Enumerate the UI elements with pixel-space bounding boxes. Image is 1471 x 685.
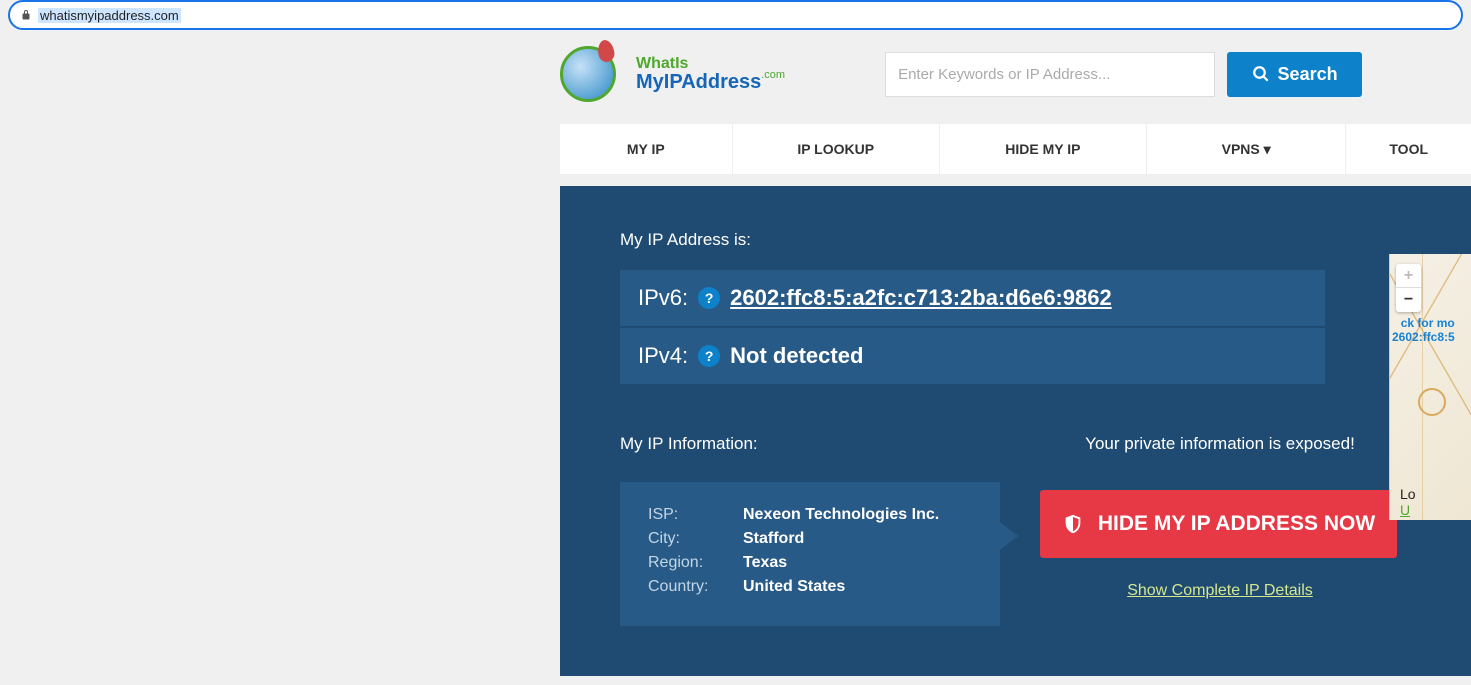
logo-globe-icon: [560, 42, 624, 106]
shield-icon: [1062, 513, 1084, 535]
url-text[interactable]: whatismyipaddress.com: [38, 8, 181, 23]
nav-vpns[interactable]: VPNS ▾: [1147, 124, 1346, 174]
city-label: City:: [648, 530, 743, 548]
city-value: Stafford: [743, 530, 804, 548]
isp-value: Nexeon Technologies Inc.: [743, 506, 939, 524]
ipv6-row: IPv6: ? 2602:ffc8:5:a2fc:c713:2ba:d6e6:9…: [620, 270, 1325, 326]
help-icon[interactable]: ?: [698, 345, 720, 367]
search-input[interactable]: [885, 52, 1215, 97]
logo-line2: MyIPAddress: [636, 71, 761, 93]
arrow-down-icon: [1115, 355, 1151, 375]
region-label: Region:: [648, 554, 743, 572]
country-value: United States: [743, 578, 845, 596]
page-content: WhatIs MyIPAddress .com Search MY IP IP …: [560, 42, 1471, 676]
exposed-text: Your private information is exposed!: [1040, 434, 1400, 454]
ipv4-label: IPv4:: [638, 343, 688, 369]
region-value: Texas: [743, 554, 787, 572]
ip-information: My IP Information: ISP:Nexeon Technologi…: [620, 434, 1000, 626]
ip-title: My IP Address is:: [620, 230, 1411, 250]
map-location-info: Lo U: [1400, 486, 1416, 518]
logo-text: WhatIs MyIPAddress .com: [636, 56, 785, 92]
ip-panel: My IP Address is: IPv6: ? 2602:ffc8:5:a2…: [560, 186, 1471, 676]
ipv4-row: IPv4: ? Not detected: [620, 328, 1325, 384]
hide-ip-button-label: HIDE MY IP ADDRESS NOW: [1098, 512, 1375, 536]
map-ip-overlay[interactable]: ck for mo 2602:ffc8:5: [1392, 316, 1455, 344]
logo[interactable]: WhatIs MyIPAddress .com: [560, 42, 785, 106]
nav-hidemyip[interactable]: HIDE MY IP: [940, 124, 1147, 174]
map-loc-label: Lo: [1400, 486, 1416, 502]
map-loc-link[interactable]: U: [1400, 502, 1410, 518]
browser-url-bar[interactable]: whatismyipaddress.com: [8, 0, 1463, 30]
lock-icon: [20, 9, 32, 21]
ipv6-value[interactable]: 2602:ffc8:5:a2fc:c713:2ba:d6e6:9862: [730, 285, 1112, 311]
info-title: My IP Information:: [620, 434, 1000, 454]
isp-label: ISP:: [648, 506, 743, 524]
search-icon: [1252, 65, 1270, 83]
zoom-out-button[interactable]: −: [1396, 288, 1421, 312]
logo-line1: WhatIs: [636, 55, 688, 72]
help-icon[interactable]: ?: [698, 287, 720, 309]
map-ip-value: 2602:ffc8:5: [1392, 330, 1455, 344]
nav-tools[interactable]: TOOL: [1346, 124, 1471, 174]
logo-suffix: .com: [761, 70, 785, 81]
main-nav: MY IP IP LOOKUP HIDE MY IP VPNS ▾ TOOL: [560, 124, 1471, 174]
hide-ip-button[interactable]: HIDE MY IP ADDRESS NOW: [1040, 490, 1397, 558]
nav-iplookup[interactable]: IP LOOKUP: [733, 124, 940, 174]
show-details-link[interactable]: Show Complete IP Details: [1127, 582, 1313, 600]
map-zoom-controls: + −: [1396, 264, 1421, 312]
map-roads-icon: [1418, 388, 1446, 416]
zoom-in-button[interactable]: +: [1396, 264, 1421, 288]
search-button-label: Search: [1278, 64, 1338, 85]
info-row: My IP Information: ISP:Nexeon Technologi…: [620, 434, 1411, 626]
ipv4-value: Not detected: [730, 343, 863, 369]
info-box: ISP:Nexeon Technologies Inc. City:Staffo…: [620, 482, 1000, 626]
warning-column: Your private information is exposed! HID…: [1040, 434, 1400, 626]
header: WhatIs MyIPAddress .com Search: [560, 42, 1471, 106]
ipv6-label: IPv6:: [638, 285, 688, 311]
map-preview[interactable]: + − ck for mo 2602:ffc8:5 Lo U: [1389, 254, 1471, 520]
search-form: Search: [885, 52, 1362, 97]
nav-myip[interactable]: MY IP: [560, 124, 733, 174]
country-label: Country:: [648, 578, 743, 596]
map-overlay-prefix: ck for mo: [1401, 316, 1455, 330]
search-button[interactable]: Search: [1227, 52, 1362, 97]
